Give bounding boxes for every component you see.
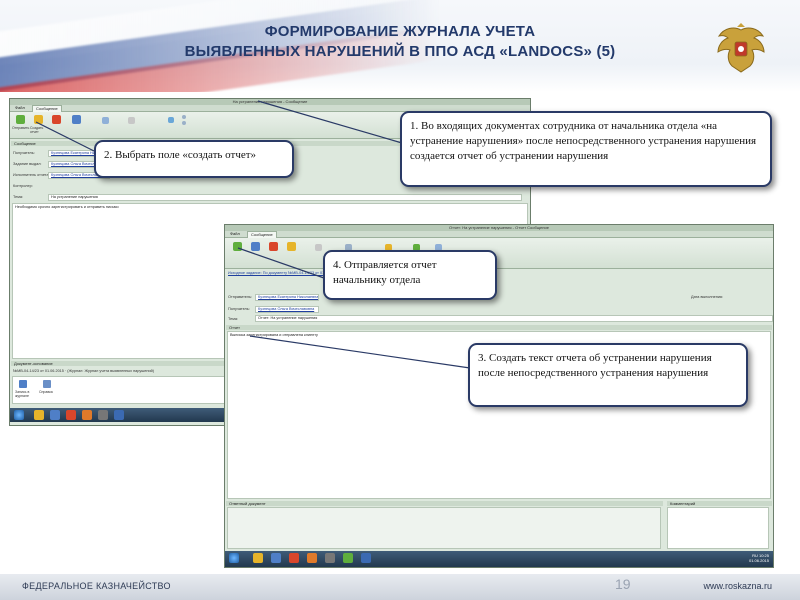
field-label: Контролер:	[13, 184, 33, 188]
start-button-icon[interactable]	[14, 410, 24, 420]
field-label: Тема:	[228, 317, 238, 321]
field-sender[interactable]: Кузнецова Екатерина Николаевна	[255, 294, 319, 301]
small-tool-icon[interactable]	[182, 115, 186, 119]
window2-tabs: Файл Сообщение	[225, 231, 773, 238]
date-label: Дата выполнения:	[691, 295, 724, 299]
media-icon[interactable]	[289, 553, 299, 563]
app-icon[interactable]	[98, 410, 108, 420]
system-tray: RU 10:25 01.06.2015	[749, 553, 769, 563]
send-button-icon[interactable]	[233, 242, 242, 251]
field-recipient[interactable]: Кузнецова Ольга Вячеславовна	[255, 306, 319, 313]
send-button-icon[interactable]	[16, 115, 25, 124]
attach-item-label[interactable]: Справка	[39, 390, 53, 394]
callout-step-2: 2. Выбрать поле «создать отчет»	[94, 140, 294, 178]
explorer-icon[interactable]	[34, 410, 44, 420]
start-button-icon[interactable]	[229, 553, 239, 563]
callout-step-1: 1. Во входящих документах сотрудника от …	[400, 111, 772, 187]
attach-item-label[interactable]: Запись в журнале	[15, 390, 31, 398]
small-tool-icon[interactable]	[182, 121, 186, 125]
report-section: Отчет	[226, 325, 772, 330]
copy-icon[interactable]	[315, 244, 322, 251]
field-subject[interactable]: На устранение нарушения	[48, 194, 522, 201]
certificate-icon[interactable]	[43, 380, 51, 388]
app-icon[interactable]	[325, 553, 335, 563]
slide-title: ФОРМИРОВАНИЕ ЖУРНАЛА УЧЕТА ВЫЯВЛЕННЫХ НА…	[130, 22, 670, 62]
properties-button-icon[interactable]	[72, 115, 81, 124]
create-report-button-icon[interactable]	[34, 115, 43, 124]
comment-input[interactable]	[667, 507, 769, 549]
save-button-icon[interactable]	[251, 242, 260, 251]
callout-step-4: 4. Отправляется отчет начальнику отдела	[323, 250, 497, 300]
field-label: Тема:	[13, 195, 23, 199]
ie-icon[interactable]	[271, 553, 281, 563]
delete-button-icon[interactable]	[269, 242, 278, 251]
field-label: Получатель:	[228, 307, 250, 311]
comment-section: Комментарий	[667, 501, 772, 506]
tab-file[interactable]: Файл	[12, 105, 28, 111]
print-icon[interactable]	[128, 117, 135, 124]
forward-icon[interactable]	[102, 117, 109, 124]
word-icon[interactable]	[114, 410, 124, 420]
tab-message[interactable]: Сообщение	[247, 231, 277, 238]
slide-title-line1: ФОРМИРОВАНИЕ ЖУРНАЛА УЧЕТА	[264, 23, 536, 40]
response-doc-panel[interactable]	[227, 507, 661, 549]
attachment-reference: №МВ-04-14/23 от 01.06.2015 · (Журнал: Жу…	[13, 369, 155, 373]
ie-icon[interactable]	[50, 410, 60, 420]
send-button-label[interactable]: Отправить	[12, 126, 29, 130]
field-subject[interactable]: Отчет: На устранение нарушения	[255, 315, 773, 322]
explorer-icon[interactable]	[253, 553, 263, 563]
field-label: Задание выдал:	[13, 162, 42, 166]
media-icon[interactable]	[66, 410, 76, 420]
tab-file[interactable]: Файл	[227, 231, 243, 237]
window2-taskbar: RU 10:25 01.06.2015	[225, 551, 773, 567]
tab-message[interactable]: Сообщение	[32, 105, 62, 112]
word-icon[interactable]	[361, 553, 371, 563]
window2-ribbon	[225, 238, 773, 269]
field-label: Получатель:	[13, 151, 35, 155]
app-icon[interactable]	[343, 553, 353, 563]
attach-file-icon[interactable]	[287, 242, 296, 251]
create-report-button-label[interactable]: Создать отчет	[30, 126, 46, 134]
footer-website[interactable]: www.roskazna.ru	[703, 581, 772, 591]
slide-title-line2: ВЫЯВЛЕННЫХ НАРУШЕНИЙ В ППО АСД «LANDOCS»…	[184, 43, 616, 60]
tray-date: 01.06.2015	[748, 558, 769, 563]
footer-organization: ФЕДЕРАЛЬНОЕ КАЗНАЧЕЙСТВО	[22, 581, 171, 591]
double-headed-eagle-emblem-icon	[717, 23, 765, 73]
history-icon[interactable]	[168, 117, 174, 123]
field-label: Отправитель:	[228, 295, 253, 299]
journal-entry-icon[interactable]	[19, 380, 27, 388]
callout-step-3: 3. Создать текст отчета об устранении на…	[468, 343, 748, 407]
firefox-icon[interactable]	[307, 553, 317, 563]
page-number: 19	[615, 576, 631, 592]
response-doc-section: Ответный документ	[226, 501, 663, 506]
firefox-icon[interactable]	[82, 410, 92, 420]
delete-button-icon[interactable]	[52, 115, 61, 124]
field-label: Исполнитель отчета:	[13, 173, 50, 177]
